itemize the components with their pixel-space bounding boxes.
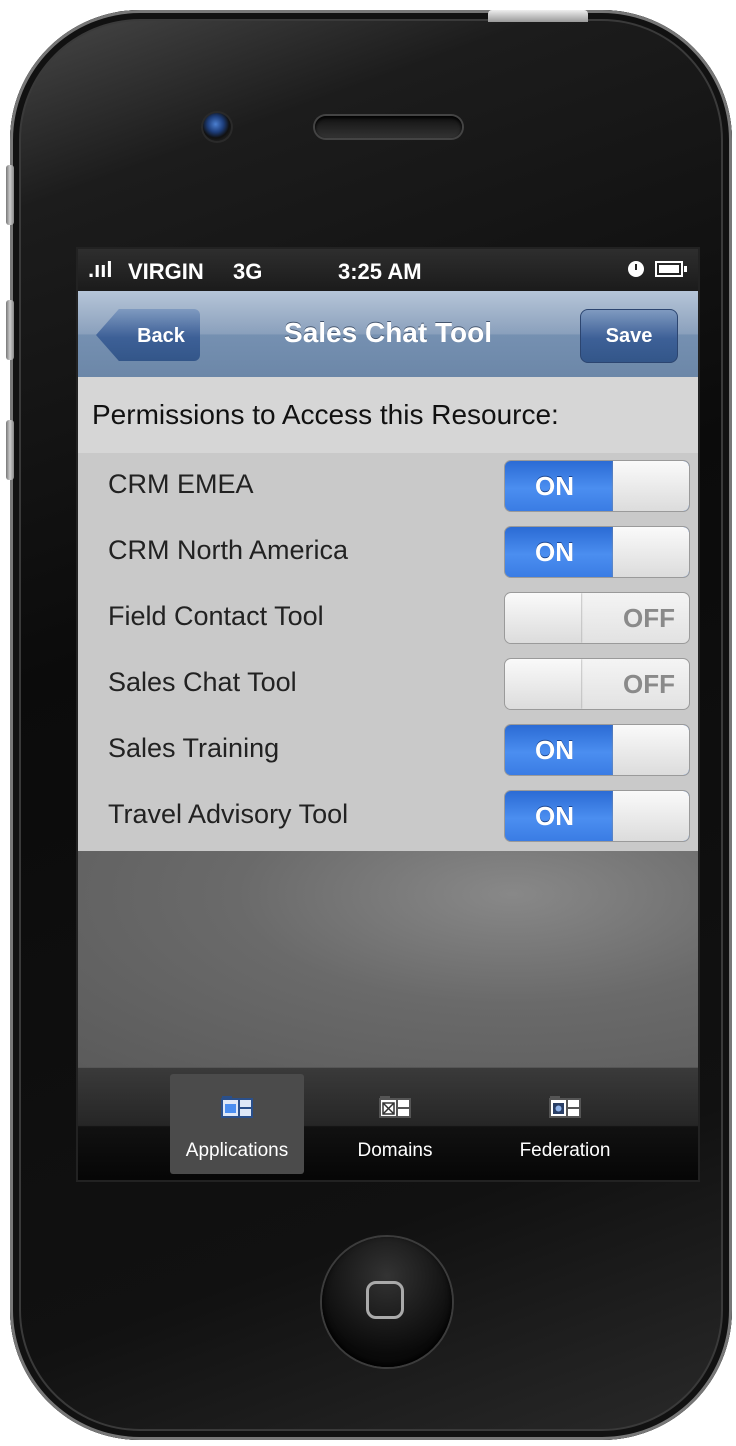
toggle-knob xyxy=(613,527,689,577)
permission-label: Travel Advisory Tool xyxy=(108,799,349,829)
alarm-clock-icon xyxy=(628,261,644,277)
volume-down-button[interactable] xyxy=(6,420,14,480)
toggle-state: ON xyxy=(535,735,574,765)
permission-row: Field Contact Tool OFF xyxy=(78,585,698,649)
battery-icon xyxy=(655,261,687,277)
toggle-state: ON xyxy=(535,801,574,831)
permission-row: Travel Advisory Tool ON xyxy=(78,783,698,847)
toggle-state: ON xyxy=(535,471,574,501)
permissions-list: CRM EMEA ON CRM North America ON Field C… xyxy=(78,453,698,851)
tab-domains[interactable]: Domains xyxy=(328,1074,462,1174)
permission-toggle[interactable]: ON xyxy=(504,724,690,776)
toggle-knob xyxy=(505,593,581,643)
toggle-state: ON xyxy=(535,537,574,567)
tab-label: Federation xyxy=(519,1140,611,1161)
permission-toggle[interactable]: ON xyxy=(504,460,690,512)
toggle-knob xyxy=(613,725,689,775)
status-bar: .ııl VIRGIN 3G 3:25 AM xyxy=(78,249,698,291)
carrier-name: VIRGIN xyxy=(128,259,204,284)
toggle-knob xyxy=(505,659,581,709)
tab-label: Applications xyxy=(185,1140,289,1161)
permission-label: Sales Training xyxy=(108,733,280,763)
navigation-bar: Back Sales Chat Tool Save xyxy=(78,291,698,378)
permission-label: CRM EMEA xyxy=(108,469,254,499)
federation-icon xyxy=(549,1096,581,1118)
tab-label: Domains xyxy=(357,1140,433,1161)
save-button[interactable]: Save xyxy=(580,309,678,363)
toggle-state: OFF xyxy=(623,603,675,633)
mute-switch[interactable] xyxy=(6,165,14,225)
permission-toggle[interactable]: ON xyxy=(504,526,690,578)
permission-toggle[interactable]: OFF xyxy=(504,658,690,710)
domains-icon xyxy=(379,1096,411,1118)
permission-label: Field Contact Tool xyxy=(108,601,324,631)
toggle-state: OFF xyxy=(623,669,675,699)
screen: .ııl VIRGIN 3G 3:25 AM Back Sales Chat T… xyxy=(76,247,700,1182)
phone-frame: .ııl VIRGIN 3G 3:25 AM Back Sales Chat T… xyxy=(10,10,732,1440)
permission-row: CRM North America ON xyxy=(78,519,698,583)
toggle-knob xyxy=(613,461,689,511)
permission-row: Sales Chat Tool OFF xyxy=(78,651,698,715)
permission-label: Sales Chat Tool xyxy=(108,667,297,697)
section-header: Permissions to Access this Resource: xyxy=(78,377,698,453)
home-button[interactable] xyxy=(322,1237,452,1367)
tab-applications[interactable]: Applications xyxy=(170,1074,304,1174)
volume-up-button[interactable] xyxy=(6,300,14,360)
front-camera xyxy=(203,113,231,141)
tab-bar: Applications Domains Federation xyxy=(78,1067,698,1180)
signal-strength-icon: .ııl xyxy=(88,257,113,282)
power-button[interactable] xyxy=(488,10,588,22)
applications-icon xyxy=(221,1096,253,1118)
earpiece-speaker xyxy=(315,116,462,138)
home-square-icon xyxy=(366,1281,404,1319)
status-time: 3:25 AM xyxy=(338,259,422,284)
permission-row: Sales Training ON xyxy=(78,717,698,781)
permission-toggle[interactable]: OFF xyxy=(504,592,690,644)
network-type: 3G xyxy=(233,259,263,284)
permission-toggle[interactable]: ON xyxy=(504,790,690,842)
toggle-knob xyxy=(613,791,689,841)
content-background xyxy=(78,851,698,1067)
permission-row: CRM EMEA ON xyxy=(78,453,698,517)
permission-label: CRM North America xyxy=(108,535,349,565)
tab-federation[interactable]: Federation xyxy=(498,1074,632,1174)
